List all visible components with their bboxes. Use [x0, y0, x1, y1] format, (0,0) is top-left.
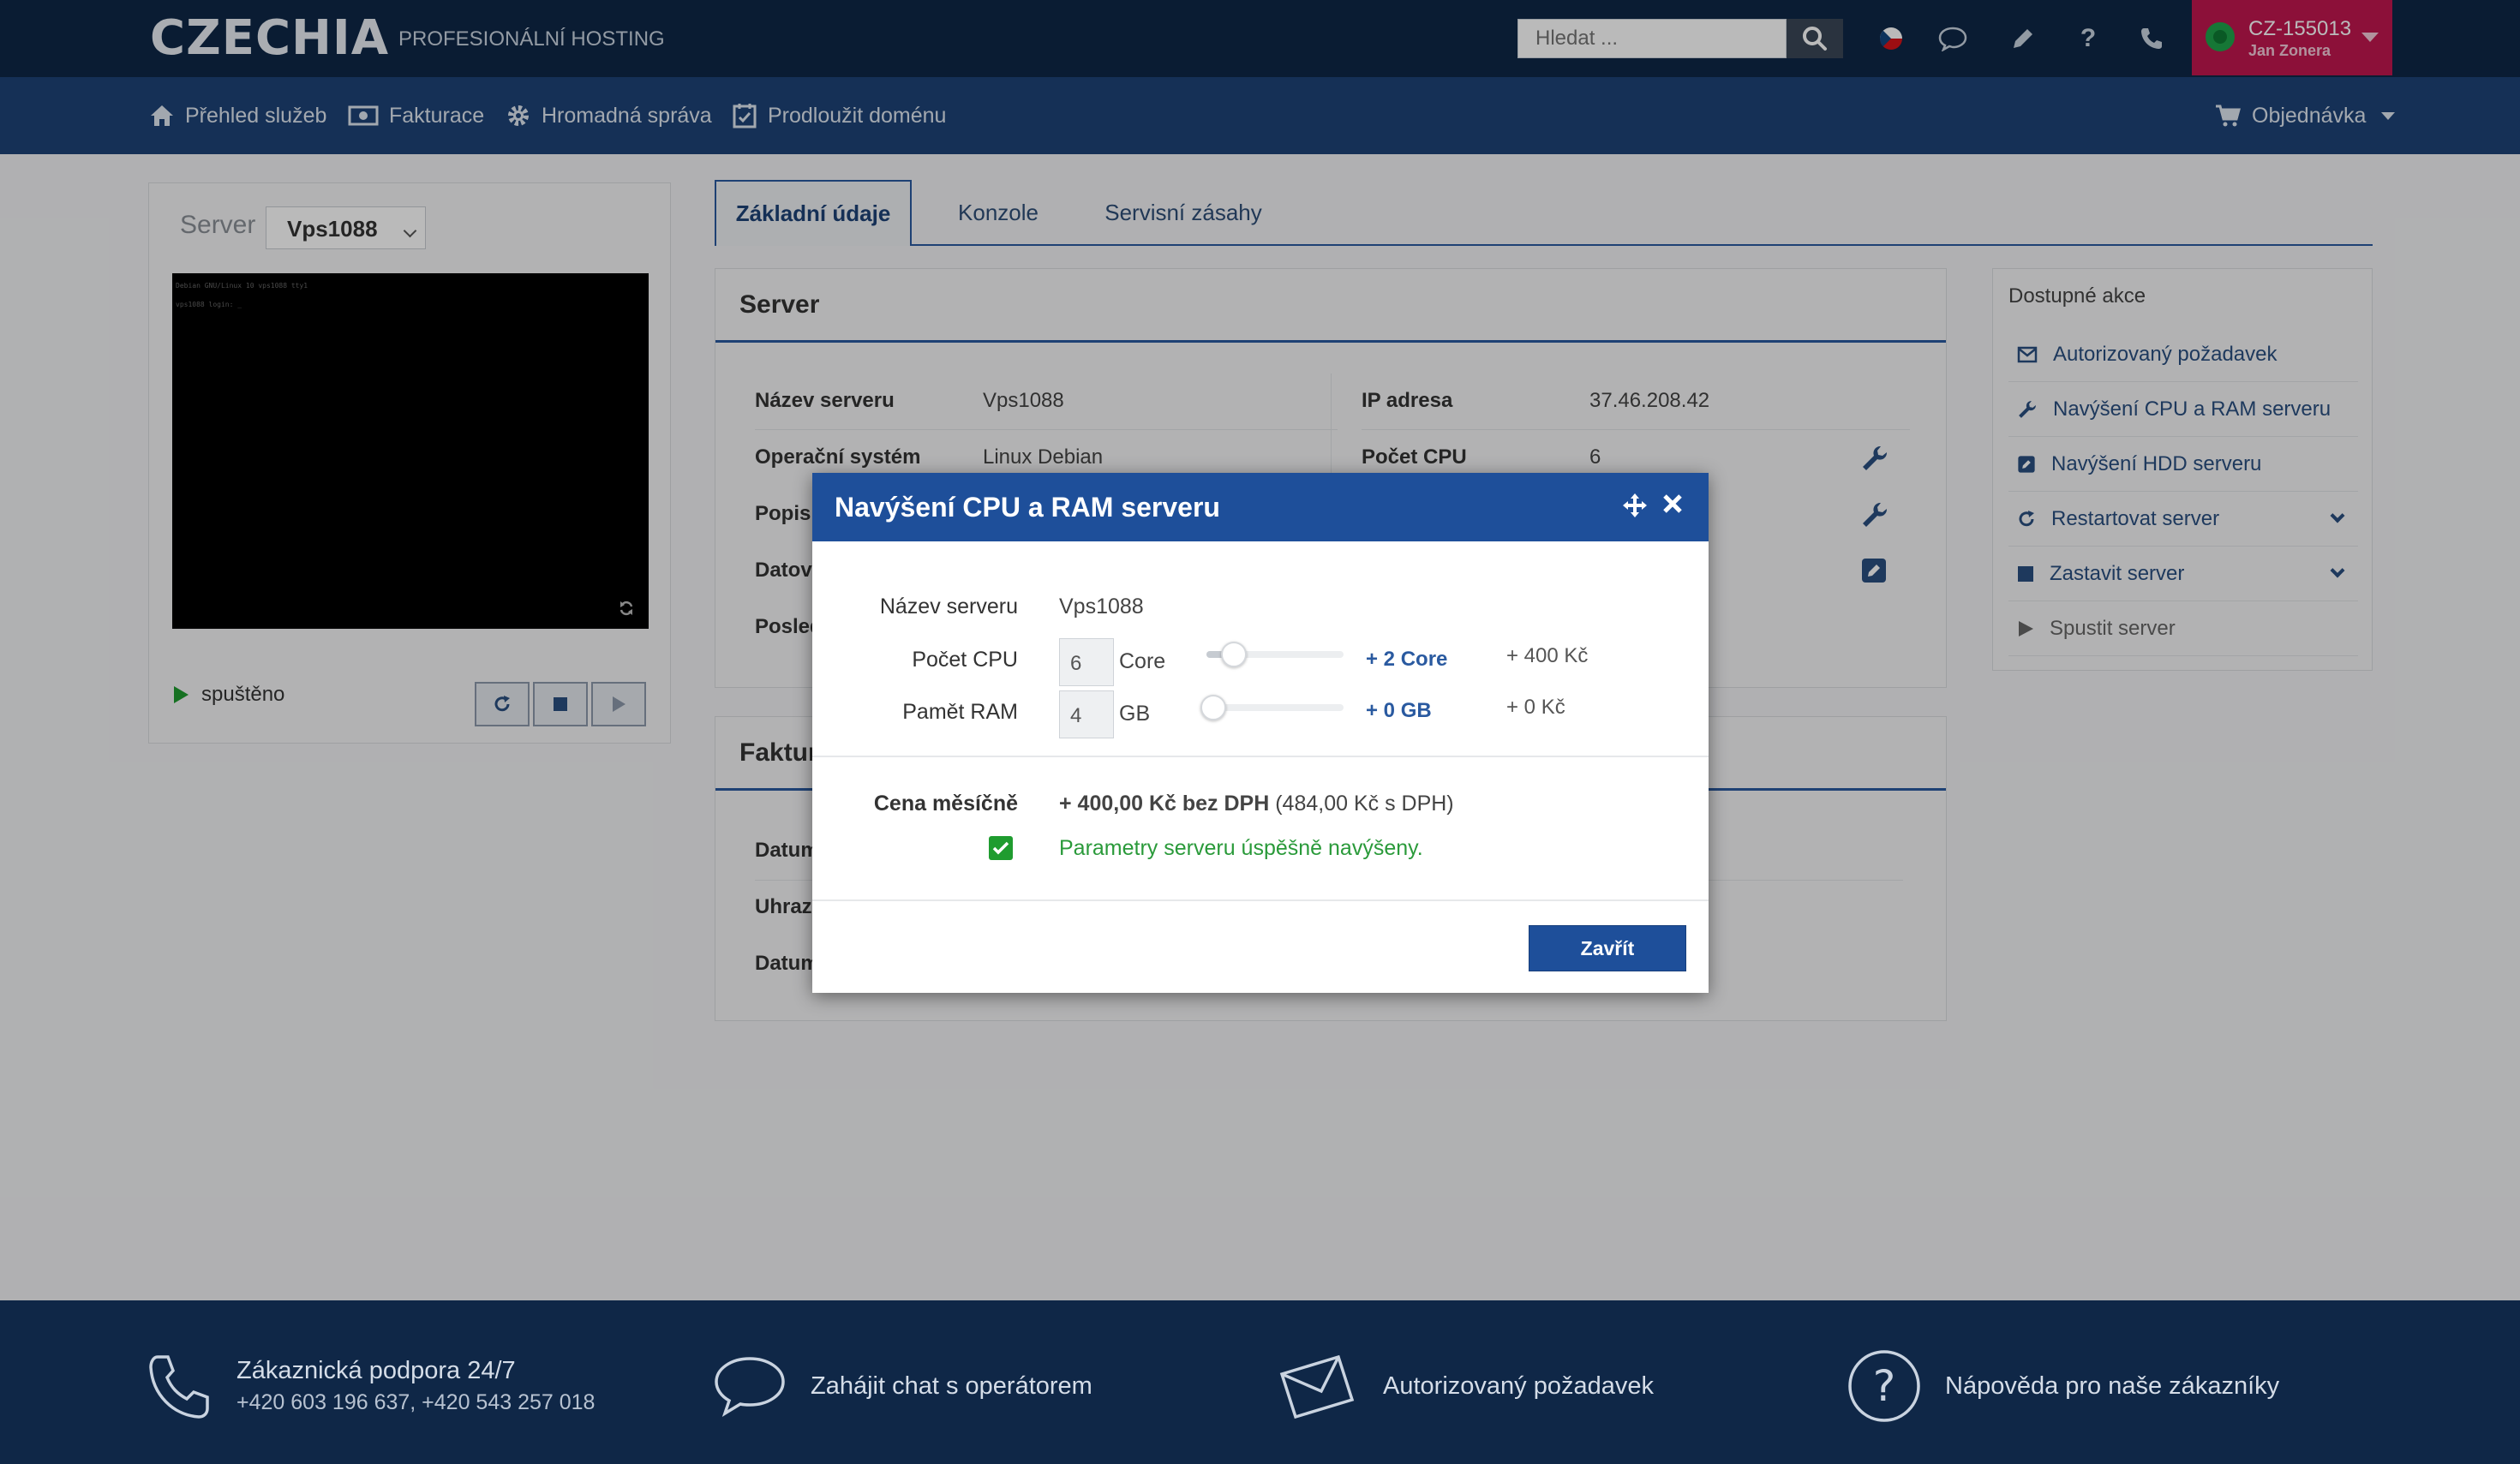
modal-divider	[812, 899, 1709, 901]
close-icon[interactable]	[1661, 492, 1685, 516]
cpu-unit: Core	[1119, 649, 1166, 673]
support-phones: +420 603 196 637, +420 543 257 018	[236, 1390, 596, 1414]
modal-title: Navýšení CPU a RAM serveru	[835, 492, 1220, 523]
modal-header[interactable]: Navýšení CPU a RAM serveru	[812, 473, 1709, 541]
ram-label: Pamět RAM	[902, 700, 1018, 724]
cpu-label: Počet CPU	[912, 648, 1018, 672]
support-title: Zákaznická podpora 24/7	[236, 1357, 516, 1384]
price-main: + 400,00 Kč bez DPH	[1059, 792, 1270, 816]
ram-unit: GB	[1119, 702, 1151, 726]
cpu-input[interactable]: 6	[1059, 638, 1114, 686]
cpu-price: + 400 Kč	[1506, 644, 1589, 667]
cpu-increase: + 2 Core	[1366, 648, 1448, 671]
modal-divider	[812, 756, 1709, 757]
ram-input[interactable]: 4	[1059, 690, 1114, 738]
envelope-icon	[1279, 1354, 1355, 1419]
footer-request[interactable]: Autorizovaný požadavek	[1277, 1343, 1654, 1429]
chat-label: Zahájit chat s operátorem	[811, 1371, 1092, 1400]
phone-icon	[149, 1355, 209, 1419]
chat-icon	[715, 1357, 785, 1417]
price-label: Cena měsíčně	[873, 792, 1018, 816]
footer-support[interactable]: Zákaznická podpora 24/7 +420 603 196 637…	[146, 1343, 595, 1429]
help-icon: ?	[1848, 1350, 1920, 1422]
ram-price: + 0 Kč	[1506, 696, 1565, 719]
server-name-value: Vps1088	[1059, 595, 1144, 618]
help-label: Nápověda pro naše zákazníky	[1945, 1371, 2280, 1400]
cpu-slider-handle[interactable]	[1221, 642, 1247, 667]
footer: Zákaznická podpora 24/7 +420 603 196 637…	[0, 1300, 2520, 1464]
move-icon[interactable]	[1621, 492, 1649, 519]
footer-help[interactable]: ? Nápověda pro naše zákazníky	[1847, 1343, 2279, 1429]
price-summary: + 400,00 Kč bez DPH (484,00 Kč s DPH)	[1059, 792, 1454, 816]
server-name-label: Název serveru	[879, 595, 1018, 618]
ram-slider-handle[interactable]	[1200, 695, 1226, 720]
ram-increase: + 0 GB	[1366, 699, 1432, 722]
close-button[interactable]: Zavřít	[1529, 925, 1686, 971]
cpu-slider[interactable]	[1206, 642, 1344, 667]
request-label: Autorizovaný požadavek	[1383, 1371, 1654, 1400]
ram-slider[interactable]	[1200, 695, 1344, 720]
check-icon	[989, 836, 1013, 860]
price-vat: (484,00 Kč s DPH)	[1275, 792, 1454, 816]
cpu-ram-modal: Navýšení CPU a RAM serveru Název serveru…	[812, 473, 1709, 993]
footer-chat[interactable]: Zahájit chat s operátorem	[713, 1343, 1092, 1429]
success-message: Parametry serveru úspěšně navýšeny.	[1059, 836, 1423, 860]
svg-text:?: ?	[1873, 1361, 1896, 1411]
